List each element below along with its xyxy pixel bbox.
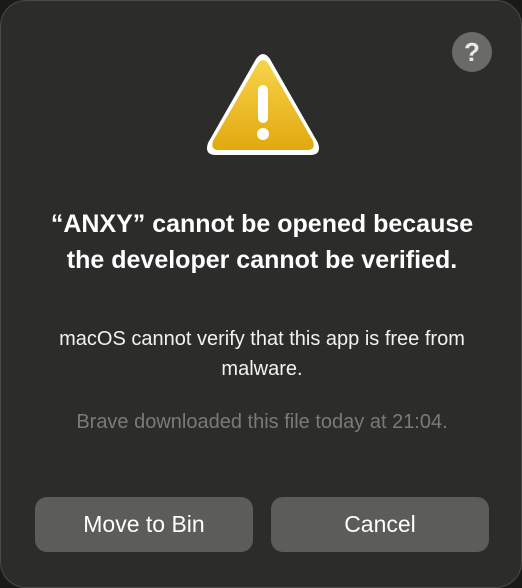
download-info: Brave downloaded this file today at 21:0…	[76, 411, 448, 433]
dialog-message: macOS cannot verify that this app is fre…	[59, 328, 465, 380]
help-button[interactable]: ?	[452, 32, 492, 72]
security-alert-dialog: ? “ANXY” cannot be opened because the de…	[0, 0, 522, 588]
move-to-bin-button[interactable]: Move to Bin	[35, 497, 253, 552]
help-icon: ?	[464, 36, 480, 67]
cancel-button[interactable]: Cancel	[271, 497, 489, 552]
dialog-title: “ANXY” cannot be opened because the deve…	[50, 210, 474, 274]
warning-icon	[207, 54, 319, 155]
